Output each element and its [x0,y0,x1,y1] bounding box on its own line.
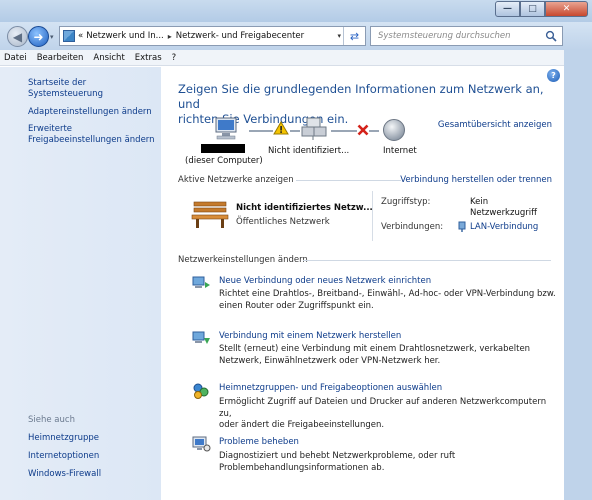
breadcrumb-network-center[interactable]: Netzwerk- und Freigabecenter [176,31,304,41]
search-placeholder: Systemsteuerung durchsuchen [378,31,511,41]
breadcrumb-network-internet[interactable]: Netzwerk und In... [86,31,164,41]
page-title-line1: Zeigen Sie die grundlegenden Information… [178,82,544,111]
close-button[interactable]: ✕ [545,1,588,17]
connect-disconnect-link[interactable]: Verbindung herstellen oder trennen [400,175,552,185]
window-frame-right [564,50,592,500]
menu-bearbeiten[interactable]: Bearbeiten [37,53,84,63]
network-label[interactable]: Nicht identifiziert... [268,146,349,156]
task-desc-line: Diagnostiziert und behebt Netzwerkproble… [219,451,456,461]
network-type-link[interactable]: Öffentliches Netzwerk [236,217,330,227]
sidebar-link-internet-options[interactable]: Internetoptionen [28,451,99,462]
homegroup-icon [193,383,209,399]
computer-name-redacted [201,144,245,153]
address-dropdown-icon[interactable]: ▾ [337,32,341,40]
connector-line [290,130,300,132]
menu-bar: Datei Bearbeiten Ansicht Extras ? [0,50,564,66]
new-connection-icon [192,276,210,288]
task-desc-line: Richtet eine Drahtlos-, Breitband-, Einw… [219,289,556,299]
network-settings-header: Netzwerkeinstellungen ändern [178,255,308,265]
address-bar[interactable]: « Netzwerk und In... ▸ Netzwerk- und Fre… [59,26,366,46]
task-new-connection[interactable]: Neue Verbindung oder neues Netzwerk einr… [219,276,431,286]
connect-network-icon [192,331,210,344]
task-desc-line: oder ändert die Freigabeeinstellungen. [219,420,385,430]
park-bench-icon[interactable] [191,199,229,229]
main-content: ? Zeigen Sie die grundlegenden Informati… [161,67,564,500]
task-troubleshoot[interactable]: Probleme beheben [219,437,299,447]
task-connect-network-desc: Stellt (erneut) eine Verbindung mit eine… [219,344,557,367]
window-controls: — □ ✕ [495,1,588,17]
sidebar-link-advanced-line1[interactable]: Erweiterte [28,124,72,135]
task-new-connection-desc: Richtet eine Drahtlos-, Breitband-, Einw… [219,289,557,312]
task-desc-line: Problembehandlungsinformationen ab. [219,462,385,473]
menu-extras[interactable]: Extras [135,53,162,63]
section-divider [303,260,551,261]
search-icon[interactable] [545,30,557,42]
section-divider [296,180,401,181]
maximize-button[interactable]: □ [520,1,545,17]
task-desc-line: Ermöglicht Zugriff auf Dateien und Druck… [219,397,547,419]
network-adapter-icon [458,221,466,232]
control-panel-icon [63,30,75,42]
sidebar-link-home[interactable]: Startseite der Systemsteuerung [28,78,161,100]
title-bar: — □ ✕ [0,0,592,22]
menu-datei[interactable]: Datei [4,53,27,63]
address-row: ◀ ➜ ▾ « Netzwerk und In... ▸ Netzwerk- u… [0,22,592,50]
access-type-value-line1: Kein [470,197,489,207]
forward-button[interactable]: ➜ [28,26,49,47]
recent-pages-dropdown[interactable]: ▾ [50,33,54,41]
connector-line [249,130,273,132]
full-map-link[interactable]: Gesamtübersicht anzeigen [438,120,552,130]
task-homegroup-sharing[interactable]: Heimnetzgruppen- und Freigabeoptionen au… [219,383,442,393]
task-desc-line: einen Router oder Zugriffspunkt ein. [219,300,374,311]
active-networks-header: Aktive Netzwerke anzeigen [178,175,294,185]
breadcrumb-overflow[interactable]: « [78,31,83,41]
refresh-icon: ⇄ [349,29,360,43]
minimize-button[interactable]: — [495,1,520,17]
search-input[interactable]: Systemsteuerung durchsuchen [370,26,563,46]
access-type-value-line2: Netzwerkzugriff [470,208,537,218]
connector-line [369,130,379,132]
task-desc-line: Netzwerk, Einwählnetzwerk oder VPN-Netzw… [219,355,441,366]
refresh-button[interactable]: ⇄ [343,27,365,45]
breadcrumb-separator-icon[interactable]: ▸ [168,32,172,41]
back-button[interactable]: ◀ [7,26,28,47]
warning-icon [273,121,289,135]
network-icon[interactable] [301,117,327,141]
red-x-icon [357,124,369,136]
computer-icon[interactable] [213,117,241,141]
arrow-right-icon: ➜ [33,29,44,44]
vertical-divider [372,191,373,241]
arrow-left-icon: ◀ [12,29,23,44]
computer-label: (dieser Computer) [185,156,263,166]
sidebar: Startseite der Systemsteuerung Adapterei… [0,67,161,500]
sidebar-link-advanced-line2[interactable]: Freigabeeinstellungen ändern [28,135,155,146]
task-homegroup-sharing-desc: Ermöglicht Zugriff auf Dateien und Druck… [219,397,557,432]
sidebar-link-adapter-settings[interactable]: Adaptereinstellungen ändern [28,107,152,118]
lan-connection-link[interactable]: LAN-Verbindung [470,222,538,232]
sidebar-link-homegroup[interactable]: Heimnetzgruppe [28,433,99,444]
task-connect-network[interactable]: Verbindung mit einem Netzwerk herstellen [219,331,401,341]
connections-label: Verbindungen: [381,222,444,232]
internet-label[interactable]: Internet [383,146,417,156]
access-type-label: Zugriffstyp: [381,197,431,207]
sidebar-link-firewall[interactable]: Windows-Firewall [28,469,101,480]
connector-line [331,130,357,132]
task-desc-line: Stellt (erneut) eine Verbindung mit eine… [219,344,531,354]
menu-help[interactable]: ? [172,53,177,63]
globe-icon[interactable] [382,118,406,142]
help-icon[interactable]: ? [547,69,560,82]
network-name: Nicht identifiziertes Netzw... [236,203,373,213]
troubleshoot-icon [192,436,211,452]
menu-ansicht[interactable]: Ansicht [93,53,124,63]
task-troubleshoot-desc: Diagnostiziert und behebt Netzwerkproble… [219,451,557,474]
see-also-title: Siehe auch [28,415,75,425]
